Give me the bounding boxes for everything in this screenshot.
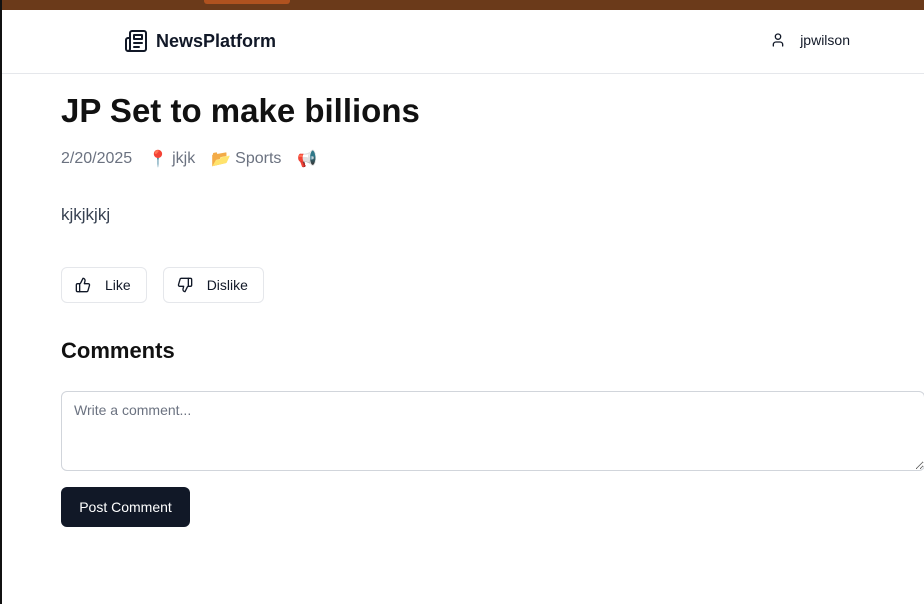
user-icon: [772, 33, 784, 47]
username: jpwilson: [800, 32, 850, 48]
article-body: kjkjkjkj: [61, 205, 111, 224]
article: JP Set to make billions 2/20/2025 📍 jkjk…: [61, 90, 924, 527]
article-title: JP Set to make billions: [61, 92, 420, 129]
folder-icon: 📂: [211, 151, 232, 168]
top-strip-accent: [204, 0, 290, 4]
article-meta: 2/20/2025 📍 jkjk 📂 Sports 📢: [61, 147, 924, 171]
dislike-label: Dislike: [206, 277, 248, 293]
top-strip: [2, 0, 924, 10]
like-label: Like: [105, 277, 131, 293]
navbar: NewsPlatform jpwilson: [2, 10, 924, 74]
browser-viewport: NewsPlatform jpwilson JP Set to make bil…: [0, 0, 924, 604]
reaction-buttons: Like Dislike: [61, 267, 264, 303]
megaphone-icon: 📢: [297, 151, 318, 168]
newspaper-icon: [125, 30, 147, 52]
like-button[interactable]: Like: [61, 267, 147, 303]
location-text: jkjk: [172, 150, 196, 167]
user-menu[interactable]: jpwilson: [770, 32, 850, 48]
pin-icon: 📍: [148, 151, 169, 168]
brand-link[interactable]: NewsPlatform: [124, 29, 276, 53]
post-comment-button[interactable]: Post Comment: [61, 487, 190, 527]
thumbs-down-icon: [177, 277, 193, 293]
category-text: Sports: [235, 150, 282, 167]
article-category: 📂 Sports: [211, 149, 281, 169]
article-date: 2/20/2025: [61, 150, 133, 167]
comment-input[interactable]: [61, 391, 924, 471]
comments-heading: Comments: [61, 338, 175, 363]
article-location: 📍 jkjk: [148, 149, 195, 169]
brand-name: NewsPlatform: [156, 30, 277, 51]
dislike-button[interactable]: Dislike: [162, 267, 264, 303]
thumbs-up-icon: [75, 277, 91, 293]
